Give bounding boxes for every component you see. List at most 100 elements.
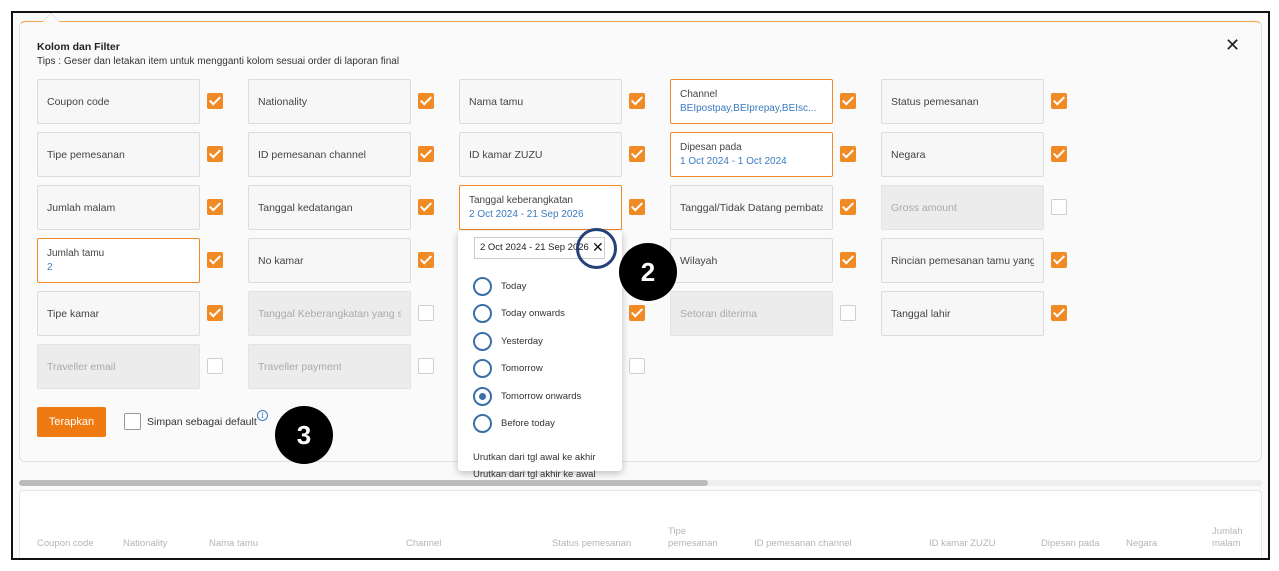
- checkbox-id-kamar-zuzu[interactable]: [629, 146, 645, 162]
- field-tanggal-keberangkatan[interactable]: Tanggal keberangkatan 2 Oct 2024 - 21 Sep…: [459, 185, 622, 230]
- field-dipesan-pada[interactable]: Dipesan pada 1 Oct 2024 - 1 Oct 2024: [670, 132, 833, 177]
- date-option-before-today[interactable]: Before today: [473, 414, 555, 434]
- field-nama-tamu[interactable]: Nama tamu: [459, 79, 622, 124]
- column-header-id-pemesanan-channel[interactable]: ID pemesanan channel: [754, 538, 852, 550]
- checkbox-dipesan-pada[interactable]: [840, 146, 856, 162]
- checkbox-traveller-payment[interactable]: [418, 358, 434, 374]
- checkbox-jumlah-tamu[interactable]: [207, 252, 223, 268]
- checkbox-tanggal-keberangkatan-yang-sebenarnya[interactable]: [418, 305, 434, 321]
- date-option-today-onwards[interactable]: Today onwards: [473, 304, 565, 324]
- sort-ascending-option[interactable]: Urutkan dari tgl awal ke akhir: [473, 452, 596, 463]
- info-icon[interactable]: i: [257, 410, 268, 421]
- field-label: ID kamar ZUZU: [469, 148, 543, 161]
- option-label: Tomorrow onwards: [501, 390, 582, 402]
- column-header-dipesan-pada[interactable]: Dipesan pada: [1041, 538, 1100, 550]
- date-option-today[interactable]: Today: [473, 276, 526, 296]
- checkbox-setoran-diterima[interactable]: [840, 305, 856, 321]
- date-filter-dropdown: 2 Oct 2024 - 21 Sep 2026 ✕ Today Today on…: [458, 228, 622, 480]
- report-table: Coupon code Nationality Nama tamu Channel St…: [19, 490, 1262, 558]
- option-label: Today: [501, 280, 527, 292]
- field-tipe-pemesanan[interactable]: Tipe pemesanan: [37, 132, 200, 177]
- checkbox-wilayah[interactable]: [840, 252, 856, 268]
- column-header-id-kamar-zuzu[interactable]: ID kamar ZUZU: [929, 538, 996, 550]
- date-option-tomorrow[interactable]: Tomorrow: [473, 359, 543, 379]
- checkbox-tanggal-kedatangan[interactable]: [418, 199, 434, 215]
- checkbox-negara[interactable]: [1051, 146, 1067, 162]
- date-option-yesterday[interactable]: Yesterday: [473, 331, 543, 351]
- checkbox-rincian-pemesanan-tamu-yang-hadir[interactable]: [1051, 252, 1067, 268]
- date-option-tomorrow-onwards[interactable]: Tomorrow onwards: [473, 386, 581, 406]
- field-label: Wilayah: [680, 254, 718, 267]
- radio-icon[interactable]: [473, 276, 492, 296]
- field-tanggal-tidak-datang-pembatalan[interactable]: Tanggal/Tidak Datang pembatalan: [670, 185, 833, 230]
- field-label: Channel: [680, 89, 718, 100]
- column-header-nationality[interactable]: Nationality: [123, 538, 167, 550]
- field-label: Status pemesanan: [891, 95, 979, 108]
- column-header-status-pemesanan[interactable]: Status pemesanan: [552, 538, 631, 550]
- field-label: Traveller email: [47, 360, 116, 373]
- checkbox-hidden-field-1[interactable]: [629, 305, 645, 321]
- radio-icon[interactable]: [473, 359, 492, 378]
- radio-icon[interactable]: [473, 304, 492, 323]
- field-channel[interactable]: Channel BEIpostpay,BEIprepay,BEIsc...: [670, 79, 833, 124]
- radio-icon[interactable]: [473, 386, 492, 406]
- checkbox-nama-tamu[interactable]: [629, 93, 645, 109]
- radio-icon[interactable]: [473, 414, 492, 433]
- field-label: Dipesan pada: [680, 142, 742, 153]
- column-header-negara[interactable]: Negara: [1126, 538, 1157, 550]
- column-header-tipe-pemesanan[interactable]: Tipe pemesanan: [668, 526, 718, 550]
- field-jumlah-tamu[interactable]: Jumlah tamu 2: [37, 238, 200, 283]
- field-negara[interactable]: Negara: [881, 132, 1044, 177]
- field-label: Tanggal kedatangan: [258, 201, 353, 214]
- field-tanggal-kedatangan[interactable]: Tanggal kedatangan: [248, 185, 411, 230]
- field-jumlah-malam[interactable]: Jumlah malam: [37, 185, 200, 230]
- apply-button[interactable]: Terapkan: [37, 407, 106, 437]
- checkbox-status-pemesanan[interactable]: [1051, 93, 1067, 109]
- column-header-nama-tamu[interactable]: Nama tamu: [209, 538, 258, 550]
- checkbox-nationality[interactable]: [418, 93, 434, 109]
- field-label: Jumlah tamu: [47, 248, 105, 259]
- checkbox-gross-amount[interactable]: [1051, 199, 1067, 215]
- field-tanggal-lahir[interactable]: Tanggal lahir: [881, 291, 1044, 336]
- field-setoran-diterima[interactable]: Setoran diterima: [670, 291, 833, 336]
- field-tanggal-keberangkatan-yang-sebenarnya[interactable]: Tanggal Keberangkatan yang sebenarnya: [248, 291, 411, 336]
- field-coupon-code[interactable]: Coupon code: [37, 79, 200, 124]
- checkbox-tanggal-keberangkatan[interactable]: [629, 199, 645, 215]
- field-id-kamar-zuzu[interactable]: ID kamar ZUZU: [459, 132, 622, 177]
- checkbox-coupon-code[interactable]: [207, 93, 223, 109]
- close-icon[interactable]: ✕: [1225, 36, 1240, 54]
- field-no-kamar[interactable]: No kamar: [248, 238, 411, 283]
- save-default-label: Simpan sebagai default: [147, 416, 257, 428]
- column-header-jumlah-malam[interactable]: Jumlah malam: [1212, 526, 1243, 550]
- save-default-checkbox[interactable]: [124, 413, 141, 430]
- checkbox-tipe-pemesanan[interactable]: [207, 146, 223, 162]
- radio-icon[interactable]: [473, 331, 492, 351]
- field-rincian-pemesanan-tamu-yang-hadir[interactable]: Rincian pemesanan tamu yang hadir: [881, 238, 1044, 283]
- field-tipe-kamar[interactable]: Tipe kamar: [37, 291, 200, 336]
- checkbox-channel[interactable]: [840, 93, 856, 109]
- checkbox-tipe-kamar[interactable]: [207, 305, 223, 321]
- field-label: Nama tamu: [469, 95, 524, 108]
- checkbox-tanggal-tidak-datang-pembatalan[interactable]: [840, 199, 856, 215]
- column-filter-panel: Kolom dan Filter Tips : Geser dan letaka…: [19, 13, 1262, 464]
- field-label: Jumlah malam: [47, 201, 116, 214]
- field-gross-amount[interactable]: Gross amount: [881, 185, 1044, 230]
- checkbox-hidden-field-2[interactable]: [629, 358, 645, 374]
- checkbox-traveller-email[interactable]: [207, 358, 223, 374]
- field-id-pemesanan-channel[interactable]: ID pemesanan channel: [248, 132, 411, 177]
- annotation-marker-3: 3: [275, 406, 333, 464]
- field-status-pemesanan[interactable]: Status pemesanan: [881, 79, 1044, 124]
- sort-descending-option[interactable]: Urutkan dari tgl akhir ke awal: [473, 469, 596, 480]
- field-traveller-payment[interactable]: Traveller payment: [248, 344, 411, 389]
- checkbox-no-kamar[interactable]: [418, 252, 434, 268]
- horizontal-scrollbar-thumb[interactable]: [19, 480, 708, 486]
- checkbox-id-pemesanan-channel[interactable]: [418, 146, 434, 162]
- checkbox-jumlah-malam[interactable]: [207, 199, 223, 215]
- field-wilayah[interactable]: Wilayah: [670, 238, 833, 283]
- column-header-channel[interactable]: Channel: [406, 538, 441, 550]
- field-nationality[interactable]: Nationality: [248, 79, 411, 124]
- column-header-coupon-code[interactable]: Coupon code: [37, 538, 94, 550]
- field-traveller-email[interactable]: Traveller email: [37, 344, 200, 389]
- checkbox-tanggal-lahir[interactable]: [1051, 305, 1067, 321]
- clear-icon[interactable]: ✕: [592, 240, 604, 254]
